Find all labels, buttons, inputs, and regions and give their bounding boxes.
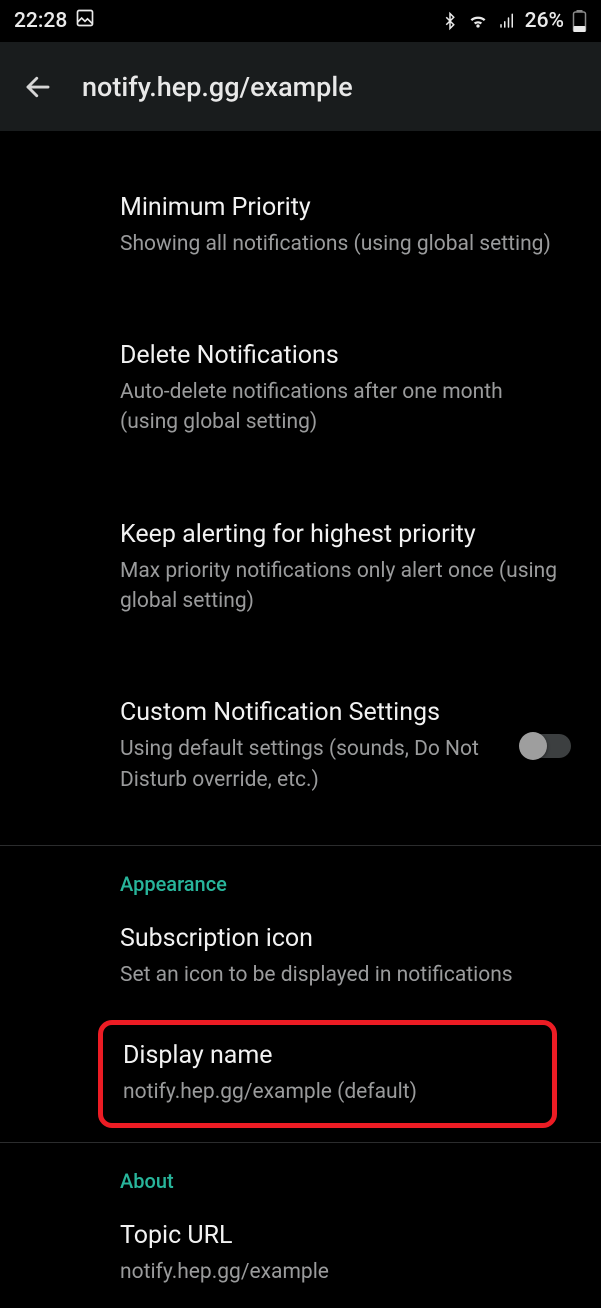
bluetooth-icon [441,11,459,31]
setting-topic-url[interactable]: Topic URL notify.hep.gg/example [0,1199,601,1307]
settings-list: Minimum Priority Showing all notificatio… [0,131,601,1308]
toggle-switch[interactable] [521,734,571,758]
setting-subtitle: notify.hep.gg/example (default) [123,1077,532,1107]
setting-subscription-icon[interactable]: Subscription icon Set an icon to be disp… [0,902,601,1010]
status-bar: 22:28 26% [0,0,601,42]
signal-icon [497,12,517,30]
page-title: notify.hep.gg/example [82,71,353,103]
setting-custom-notification-settings[interactable]: Custom Notification Settings Using defau… [0,676,601,815]
setting-subtitle: Using default settings (sounds, Do Not D… [120,734,501,795]
setting-title: Subscription icon [120,922,561,956]
battery-icon [572,10,587,32]
setting-display-name-highlight[interactable]: Display name notify.hep.gg/example (defa… [98,1020,557,1128]
setting-keep-alerting[interactable]: Keep alerting for highest priority Max p… [0,498,601,637]
toggle-thumb [519,732,547,760]
setting-subtitle: notify.hep.gg/example [120,1257,561,1287]
status-time: 22:28 [14,9,67,33]
setting-delete-notifications[interactable]: Delete Notifications Auto-delete notific… [0,319,601,458]
setting-title: Topic URL [120,1219,561,1253]
setting-subtitle: Set an icon to be displayed in notificat… [120,960,561,990]
setting-subtitle: Auto-delete notifications after one mont… [120,377,561,438]
setting-title: Delete Notifications [120,339,561,373]
section-label-about: About [0,1143,601,1199]
arrow-left-icon [23,72,53,102]
app-bar: notify.hep.gg/example [0,42,601,131]
setting-title: Custom Notification Settings [120,696,501,730]
setting-subtitle: Showing all notifications (using global … [120,229,561,259]
back-button[interactable] [18,67,58,107]
section-label-appearance: Appearance [0,846,601,902]
gallery-icon [75,8,95,34]
setting-title: Display name [123,1039,532,1073]
setting-minimum-priority[interactable]: Minimum Priority Showing all notificatio… [0,171,601,279]
battery-percent: 26% [525,9,564,33]
setting-title: Keep alerting for highest priority [120,518,561,552]
setting-title: Minimum Priority [120,191,561,225]
setting-subtitle: Max priority notifications only alert on… [120,556,561,617]
wifi-icon [467,11,489,31]
